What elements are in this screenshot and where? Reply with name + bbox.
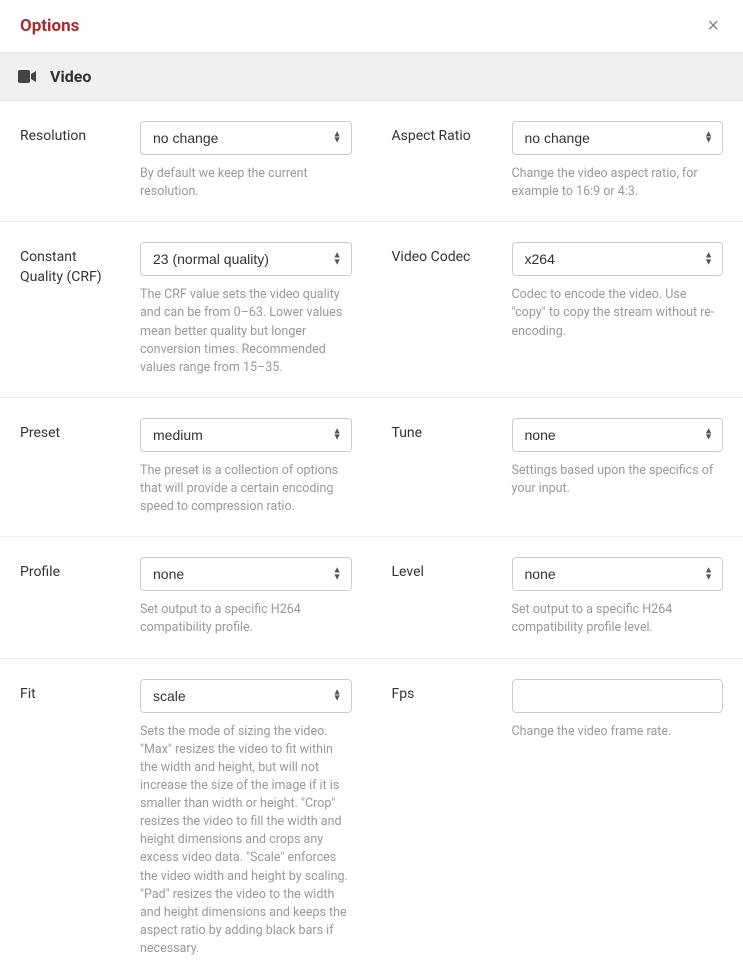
select-wrapper-aspect-ratio (512, 121, 724, 155)
help-tune: Settings based upon the specifics of you… (512, 462, 724, 498)
field-profile: Profile Set output to a specific H264 co… (0, 557, 372, 637)
label-resolution: Resolution (20, 121, 120, 201)
control-preset: The preset is a collection of options th… (140, 418, 352, 516)
row-preset-tune: Preset The preset is a collection of opt… (0, 398, 743, 537)
modal-header: Options × (0, 0, 743, 53)
control-tune: Settings based upon the specifics of you… (512, 418, 724, 516)
label-fps: Fps (392, 679, 492, 959)
level-select[interactable] (512, 557, 724, 591)
section-title: Video (50, 67, 91, 86)
row-fit-fps: Fit Sets the mode of sizing the video. "… (0, 659, 743, 978)
aspect-ratio-select[interactable] (512, 121, 724, 155)
select-wrapper-video-codec (512, 242, 724, 276)
help-resolution: By default we keep the current resolutio… (140, 165, 352, 201)
field-crf: Constant Quality (CRF) The CRF value set… (0, 242, 372, 377)
tune-select[interactable] (512, 418, 724, 452)
row-crf-codec: Constant Quality (CRF) The CRF value set… (0, 222, 743, 398)
label-crf: Constant Quality (CRF) (20, 242, 120, 377)
label-level: Level (392, 557, 492, 637)
control-fit: Sets the mode of sizing the video. "Max"… (140, 679, 352, 959)
help-fps: Change the video frame rate. (512, 723, 724, 741)
fps-input[interactable] (512, 679, 724, 713)
select-wrapper-preset (140, 418, 352, 452)
profile-select[interactable] (140, 557, 352, 591)
control-profile: Set output to a specific H264 compatibil… (140, 557, 352, 637)
crf-select[interactable] (140, 242, 352, 276)
help-profile: Set output to a specific H264 compatibil… (140, 601, 352, 637)
close-button[interactable]: × (703, 16, 723, 36)
video-camera-icon (18, 70, 36, 83)
label-tune: Tune (392, 418, 492, 516)
field-tune: Tune Settings based upon the specifics o… (372, 418, 743, 516)
fit-select[interactable] (140, 679, 352, 713)
preset-select[interactable] (140, 418, 352, 452)
field-resolution: Resolution By default we keep the curren… (0, 121, 372, 201)
control-aspect-ratio: Change the video aspect ratio, for examp… (512, 121, 724, 201)
label-profile: Profile (20, 557, 120, 637)
field-level: Level Set output to a specific H264 comp… (372, 557, 743, 637)
label-preset: Preset (20, 418, 120, 516)
select-wrapper-resolution (140, 121, 352, 155)
select-wrapper-profile (140, 557, 352, 591)
row-profile-level: Profile Set output to a specific H264 co… (0, 537, 743, 658)
select-wrapper-level (512, 557, 724, 591)
field-video-codec: Video Codec Codec to encode the video. U… (372, 242, 743, 377)
help-aspect-ratio: Change the video aspect ratio, for examp… (512, 165, 724, 201)
resolution-select[interactable] (140, 121, 352, 155)
help-level: Set output to a specific H264 compatibil… (512, 601, 724, 637)
field-preset: Preset The preset is a collection of opt… (0, 418, 372, 516)
control-crf: The CRF value sets the video quality and… (140, 242, 352, 377)
select-wrapper-crf (140, 242, 352, 276)
help-fit: Sets the mode of sizing the video. "Max"… (140, 723, 352, 959)
label-video-codec: Video Codec (392, 242, 492, 377)
video-codec-select[interactable] (512, 242, 724, 276)
label-fit: Fit (20, 679, 120, 959)
section-header-video: Video (0, 53, 743, 101)
field-fps: Fps Change the video frame rate. (372, 679, 743, 959)
select-wrapper-fit (140, 679, 352, 713)
control-video-codec: Codec to encode the video. Use "copy" to… (512, 242, 724, 377)
control-level: Set output to a specific H264 compatibil… (512, 557, 724, 637)
field-fit: Fit Sets the mode of sizing the video. "… (0, 679, 372, 959)
modal-title: Options (20, 16, 79, 36)
field-aspect-ratio: Aspect Ratio Change the video aspect rat… (372, 121, 743, 201)
select-wrapper-tune (512, 418, 724, 452)
help-crf: The CRF value sets the video quality and… (140, 286, 352, 377)
label-aspect-ratio: Aspect Ratio (392, 121, 492, 201)
control-fps: Change the video frame rate. (512, 679, 724, 959)
help-video-codec: Codec to encode the video. Use "copy" to… (512, 286, 724, 340)
control-resolution: By default we keep the current resolutio… (140, 121, 352, 201)
help-preset: The preset is a collection of options th… (140, 462, 352, 516)
row-resolution-aspect: Resolution By default we keep the curren… (0, 101, 743, 222)
